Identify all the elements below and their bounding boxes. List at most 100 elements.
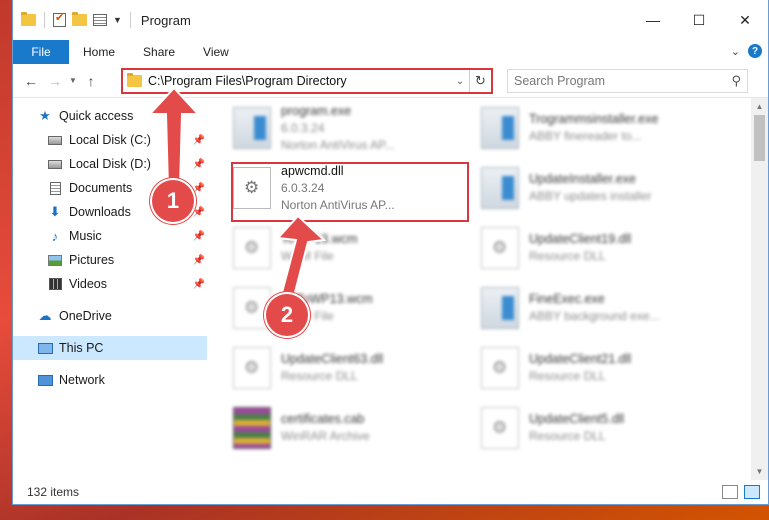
step-marker-1: 1 [152, 180, 194, 222]
expand-ribbon-chevron-icon[interactable]: ⌄ [731, 45, 740, 58]
tab-share[interactable]: Share [129, 40, 189, 64]
status-bar: 132 items [13, 480, 768, 504]
file-name: UpdateClient63.dll [281, 352, 384, 366]
file-name: UpdateClient5.dll [529, 412, 625, 426]
file-highlight-box [231, 162, 469, 222]
nav-item-videos[interactable]: Videos 📌 [13, 272, 207, 296]
ribbon-tabs: File Home Share View ⌄ ? [13, 40, 768, 64]
pin-icon[interactable]: 📌 [193, 255, 205, 266]
window-controls: — ☐ ✕ [630, 0, 768, 40]
nav-item-network[interactable]: Network [13, 368, 207, 392]
up-arrow-icon[interactable]: ↑ [79, 73, 103, 89]
properties-icon[interactable] [93, 14, 107, 26]
window-title: Program [140, 12, 191, 28]
file-tile[interactable]: DitToWP13.wcmWCM File [227, 278, 475, 338]
pin-icon[interactable]: 📌 [193, 207, 205, 218]
dll-file-icon [481, 347, 519, 389]
tab-home[interactable]: Home [69, 40, 129, 64]
videos-icon [48, 278, 62, 290]
exe-file-icon [481, 107, 519, 149]
tiles-view-icon[interactable] [744, 485, 760, 499]
arrow-to-address-bar [150, 88, 200, 188]
view-toggle [722, 485, 760, 499]
file-tile[interactable]: certificates.cab WinRAR Archive [227, 398, 475, 458]
archive-file-icon [233, 407, 271, 449]
computer-icon [37, 342, 53, 354]
dll-file-icon [481, 227, 519, 269]
customize-toolbar-chevron-icon[interactable]: ▼ [113, 15, 122, 25]
minimize-button[interactable]: — [630, 0, 676, 40]
pictures-icon [48, 254, 62, 266]
refresh-icon[interactable]: ↻ [469, 70, 491, 92]
search-input[interactable] [514, 74, 732, 88]
nav-item-this-pc[interactable]: This PC [13, 336, 207, 360]
file-tile[interactable]: program.exe 6.0.3.24 Norton AntiVirus AP..… [227, 98, 475, 158]
maximize-button[interactable]: ☐ [676, 0, 722, 40]
documents-icon [49, 181, 61, 195]
music-icon: ♪ [51, 228, 59, 244]
file-icon [233, 227, 271, 269]
nav-item-label: Music [69, 229, 102, 243]
recent-locations-chevron-icon[interactable]: ▼ [67, 76, 79, 85]
file-name: FineExec.exe [529, 292, 605, 306]
main-content: ★ Quick access Local Disk (C:) 📌 Local D… [13, 98, 768, 480]
search-box[interactable]: ⚲ [507, 69, 748, 93]
disk-icon [48, 159, 62, 169]
address-row: ← → ▼ ↑ C:\Program Files\Program Directo… [13, 64, 768, 98]
pin-icon[interactable]: 📌 [193, 279, 205, 290]
search-icon[interactable]: ⚲ [731, 73, 741, 89]
file-tile[interactable]: UpdateClient63.dll Resource DLL [227, 338, 475, 398]
nav-item-label: OneDrive [59, 309, 112, 323]
file-description: Resource DLL [281, 369, 358, 383]
new-folder-icon[interactable] [72, 12, 87, 26]
back-arrow-icon[interactable]: ← [19, 73, 43, 89]
help-icon[interactable]: ? [748, 44, 762, 58]
file-tile[interactable]: UpdateInstaller.exe ABBY updates installe… [475, 158, 723, 218]
file-name: program.exe [281, 103, 352, 118]
file-description: ABBY background exe... [529, 309, 660, 323]
address-path[interactable]: C:\Program Files\Program Directory [148, 74, 451, 88]
file-tile[interactable]: UpdateClient5.dll Resource DLL [475, 398, 723, 458]
scrollbar-thumb[interactable] [754, 115, 765, 161]
toolbar-divider [129, 12, 131, 28]
nav-item-label: Local Disk (D:) [69, 157, 151, 171]
vertical-scrollbar[interactable]: ▲ ▼ [751, 98, 768, 480]
file-description: ABBY finereader to... [529, 129, 642, 143]
cloud-icon: ☁ [38, 308, 52, 323]
exe-file-icon [481, 167, 519, 209]
ribbon-right-controls: ⌄ ? [731, 44, 762, 58]
nav-item-label: This PC [59, 341, 104, 355]
folder-icon [127, 73, 142, 87]
file-tile[interactable]: FineExec.exe ABBY background exe... [475, 278, 723, 338]
properties-check-icon[interactable] [53, 11, 66, 27]
pin-icon[interactable]: 📌 [193, 231, 205, 242]
scroll-up-arrow-icon[interactable]: ▲ [751, 98, 768, 115]
file-tile[interactable]: UpdateClient19.dll Resource DLL [475, 218, 723, 278]
file-icon [233, 287, 271, 329]
file-description: WinRAR Archive [281, 429, 370, 443]
file-name: UpdateClient19.dll [529, 232, 632, 246]
close-button[interactable]: ✕ [722, 0, 768, 40]
nav-item-onedrive[interactable]: ☁ OneDrive [13, 304, 207, 328]
tab-file[interactable]: File [13, 40, 69, 64]
tab-view[interactable]: View [189, 40, 243, 64]
file-tile[interactable]: ToWP13.wcmWCM File [227, 218, 475, 278]
nav-item-label: Documents [69, 181, 133, 195]
details-view-icon[interactable] [722, 485, 738, 499]
address-dropdown-chevron-icon[interactable]: ⌄ [451, 76, 469, 87]
file-description: Resource DLL [529, 249, 606, 263]
exe-file-icon [233, 107, 271, 149]
toolbar-divider [44, 12, 45, 28]
nav-item-music[interactable]: ♪ Music 📌 [13, 224, 207, 248]
dll-file-icon [233, 347, 271, 389]
exe-file-icon [481, 287, 519, 329]
file-name: UpdateClient21.dll [529, 352, 632, 366]
file-tile[interactable]: UpdateClient21.dll Resource DLL [475, 338, 723, 398]
file-name: Trogrammsinstaller.exe [529, 112, 659, 126]
file-description: Resource DLL [529, 429, 606, 443]
nav-item-pictures[interactable]: Pictures 📌 [13, 248, 207, 272]
file-tile[interactable]: Trogrammsinstaller.exe ABBY finereader to… [475, 98, 723, 158]
scroll-down-arrow-icon[interactable]: ▼ [751, 463, 768, 480]
forward-arrow-icon[interactable]: → [43, 73, 67, 89]
disk-icon [48, 135, 62, 145]
